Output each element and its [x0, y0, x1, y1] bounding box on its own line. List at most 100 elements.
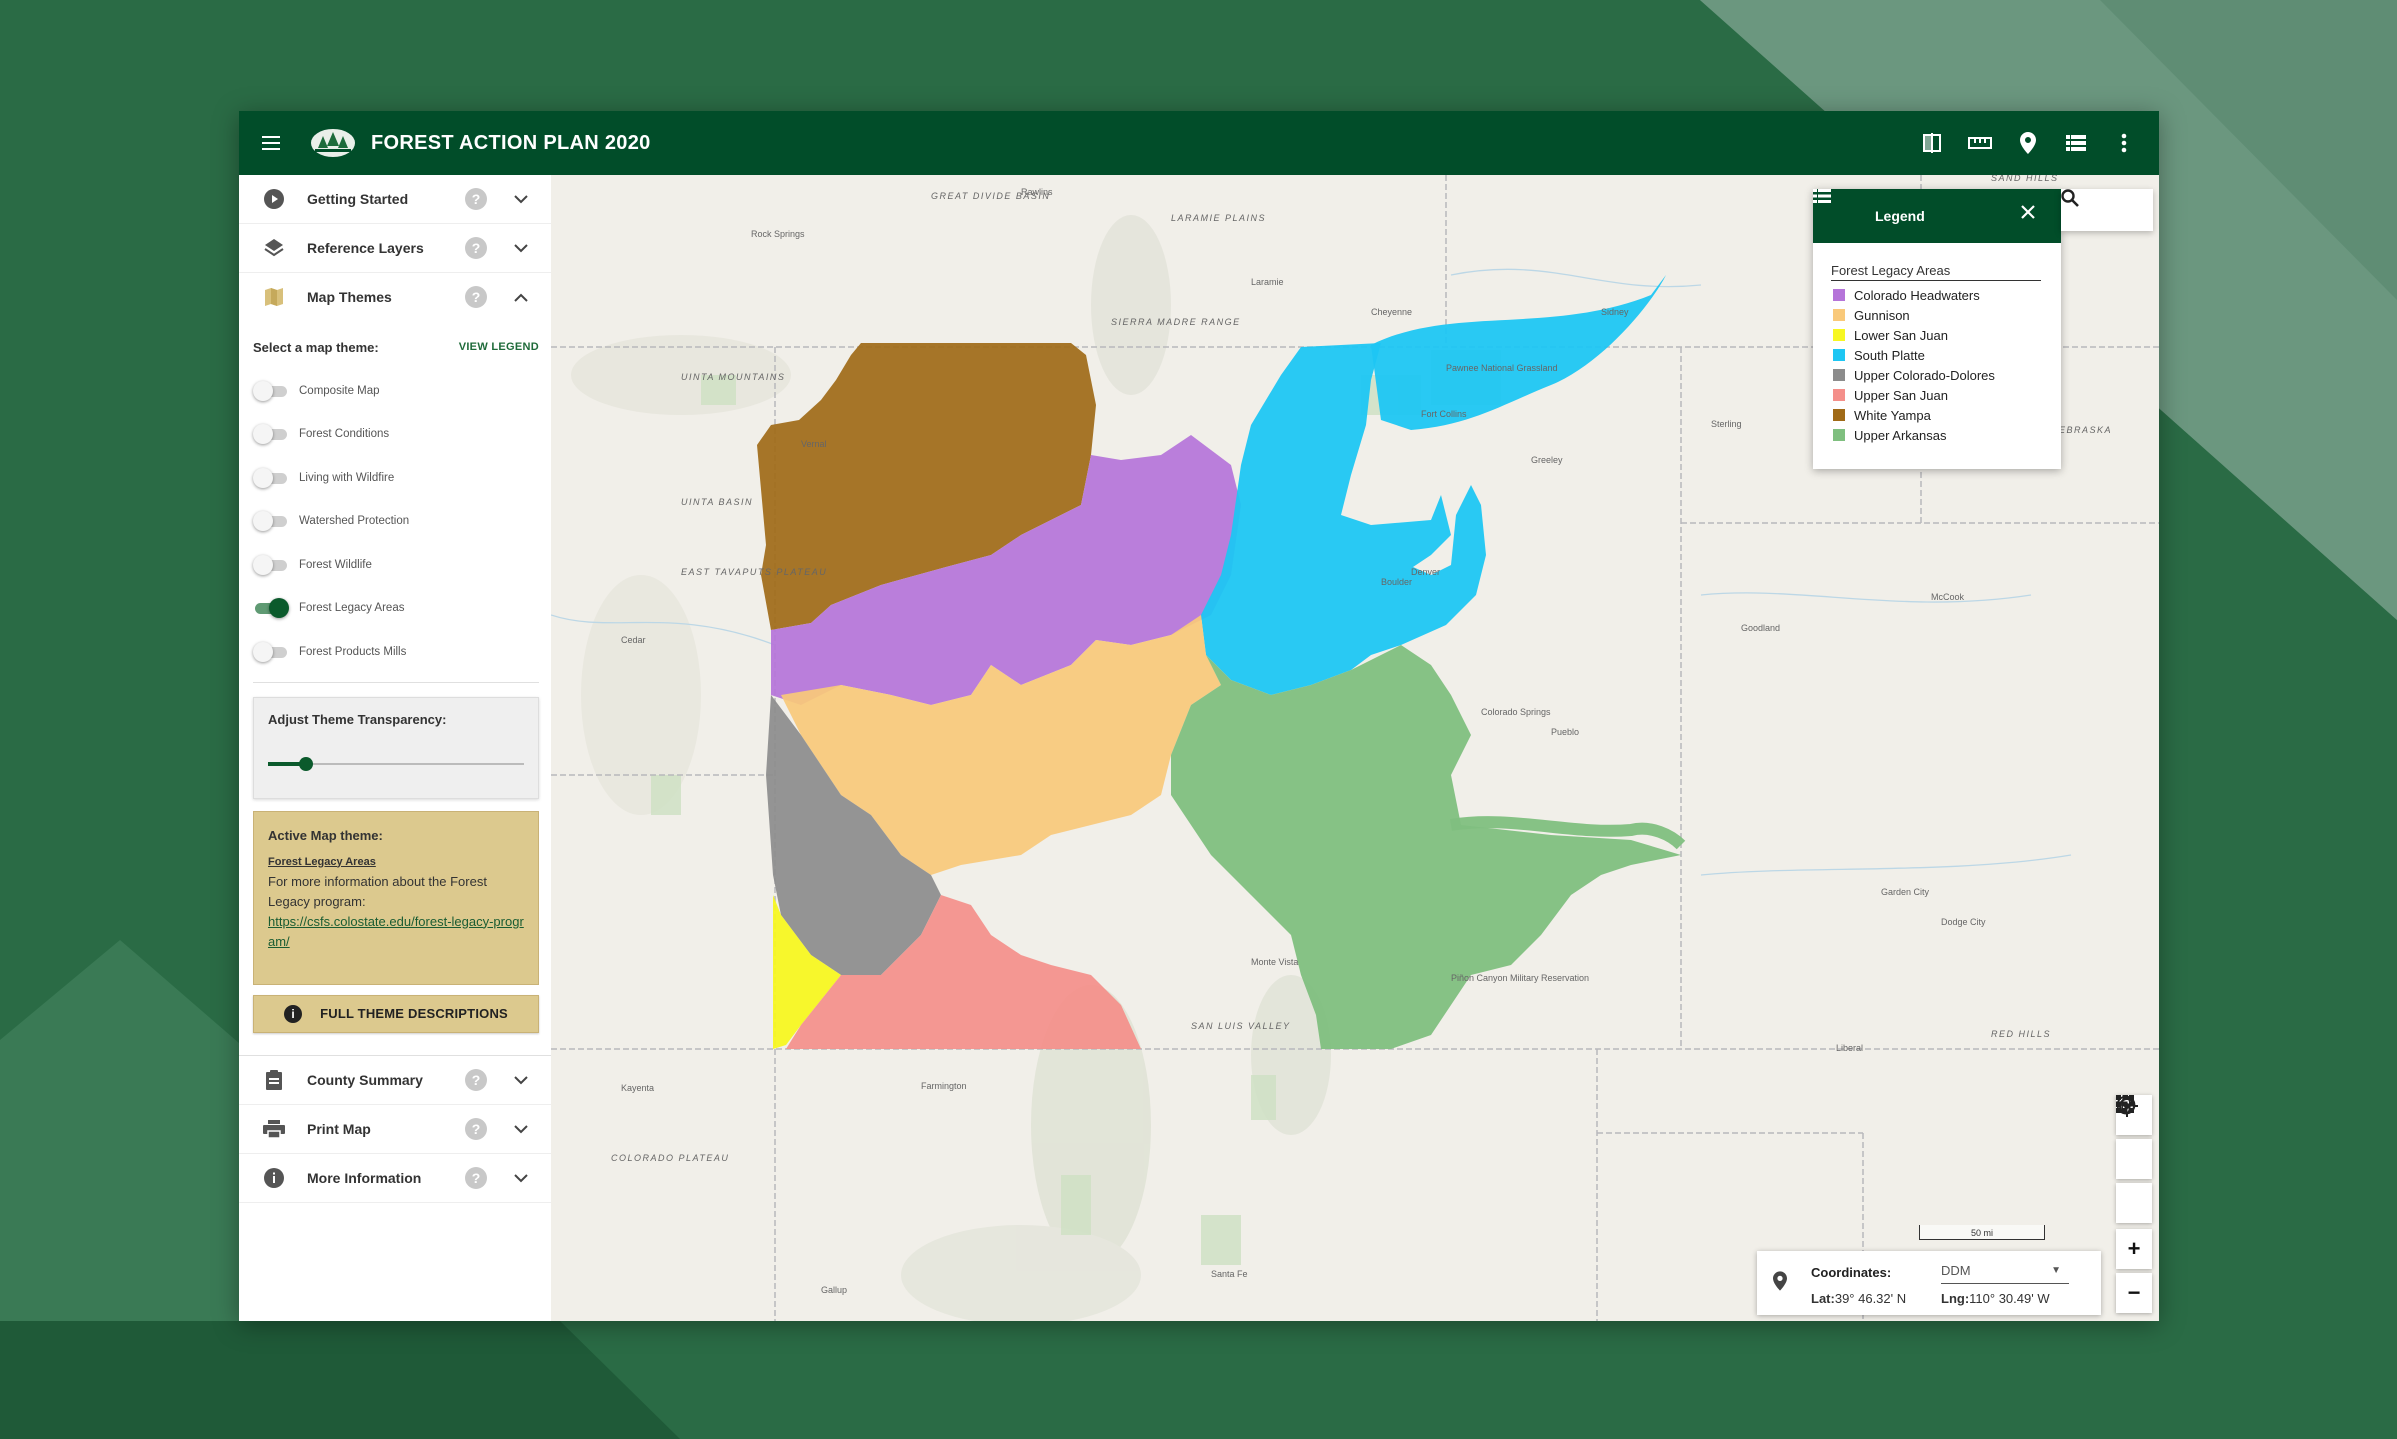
legend-section-title: Forest Legacy Areas: [1831, 263, 2041, 281]
theme-label: Forest Products Mills: [299, 645, 407, 658]
theme-toggle-row[interactable]: Forest Products Mills: [253, 630, 539, 674]
transparency-card: Adjust Theme Transparency:: [253, 696, 539, 799]
legend-swatch: [1833, 429, 1845, 441]
chevron-down-icon: [509, 187, 533, 211]
map-place-label: Santa Fe: [1211, 1269, 1248, 1279]
map-place-label: Vernal: [801, 439, 827, 449]
chevron-down-icon: [509, 1166, 533, 1190]
toggle-switch[interactable]: [253, 380, 289, 401]
legend-item: Gunnison: [1833, 305, 2061, 325]
measure-icon[interactable]: [1963, 126, 1997, 160]
toggle-switch[interactable]: [253, 424, 289, 445]
latitude-readout: Lat:39° 46.32' N: [1811, 1291, 1906, 1306]
help-icon[interactable]: ?: [465, 1167, 487, 1189]
legend-items: Colorado Headwaters Gunnison Lower San Jua…: [1813, 285, 2061, 445]
active-theme-description: For more information about the Forest Le…: [268, 873, 487, 909]
theme-toggle-row[interactable]: Forest Legacy Areas: [253, 587, 539, 631]
map-place-label: Liberal: [1836, 1043, 1863, 1053]
section-more-information[interactable]: More Information ?: [239, 1154, 551, 1203]
legend-list-icon: [1813, 189, 1857, 227]
layer-list-icon[interactable]: [2059, 126, 2093, 160]
section-map-themes[interactable]: Map Themes ?: [239, 273, 551, 321]
legend-swatch: [1833, 329, 1845, 341]
search-icon[interactable]: [2061, 189, 2139, 222]
map-place-label: SIERRA MADRE RANGE: [1111, 317, 1241, 327]
map-place-label: Monte Vista: [1251, 957, 1298, 967]
legend-item-label: South Platte: [1854, 347, 1925, 363]
chevron-down-icon: [509, 236, 533, 260]
view-legend-link[interactable]: VIEW LEGEND: [459, 341, 539, 353]
toggle-switch[interactable]: [253, 467, 289, 488]
chevron-up-icon: [509, 285, 533, 309]
compare-icon[interactable]: [1915, 126, 1949, 160]
legend-swatch: [1833, 289, 1845, 301]
section-label: Getting Started: [307, 191, 409, 207]
slider-thumb[interactable]: [299, 756, 314, 771]
zoom-in-button[interactable]: +: [2116, 1229, 2152, 1269]
transparency-slider[interactable]: [268, 756, 524, 772]
chevron-down-icon: [509, 1068, 533, 1092]
longitude-readout: Lng:110° 30.49' W: [1941, 1291, 2050, 1306]
forest-legacy-areas: [757, 275, 1686, 1049]
section-print-map[interactable]: Print Map ?: [239, 1105, 551, 1154]
location-pin-icon[interactable]: [2011, 126, 2045, 160]
map-place-label: Cedar: [621, 635, 646, 645]
legend-item: Upper Arkansas: [1833, 425, 2061, 445]
section-label: Print Map: [307, 1121, 371, 1137]
map-place-label: RED HILLS: [1991, 1029, 2051, 1039]
toggle-switch[interactable]: [253, 641, 289, 662]
help-icon[interactable]: ?: [465, 237, 487, 259]
map-tools: + −: [2116, 1095, 2152, 1317]
hamburger-menu-icon[interactable]: [251, 121, 295, 165]
button-label: FULL THEME DESCRIPTIONS: [320, 1006, 508, 1021]
my-location-icon[interactable]: [2116, 1095, 2152, 1223]
toggle-switch[interactable]: [253, 598, 289, 619]
map-place-label: Kayenta: [621, 1083, 654, 1093]
theme-toggle-row[interactable]: Watershed Protection: [253, 500, 539, 544]
toggle-switch[interactable]: [253, 511, 289, 532]
printer-icon: [263, 1118, 285, 1140]
theme-toggle-row[interactable]: Forest Wildlife: [253, 543, 539, 587]
more-vert-icon[interactable]: [2107, 126, 2141, 160]
toggle-switch[interactable]: [253, 554, 289, 575]
search-box[interactable]: [2061, 189, 2153, 231]
map-view[interactable]: GREAT DIVIDE BASIN Rock Springs Rawlins LAR…: [551, 175, 2159, 1321]
legend-item-label: Colorado Headwaters: [1854, 287, 1980, 303]
theme-label: Living with Wildfire: [299, 471, 395, 484]
bottom-sections: County Summary ? Print Map ? More Inform…: [239, 1055, 551, 1203]
section-county-summary[interactable]: County Summary ?: [239, 1056, 551, 1105]
section-reference-layers[interactable]: Reference Layers ?: [239, 224, 551, 273]
dropdown-arrow-icon: ▼: [2051, 1265, 2061, 1276]
info-icon: [263, 1167, 285, 1189]
legend-swatch: [1833, 349, 1845, 361]
coordinates-panel: Coordinates: DDM ▼ Lat:39° 46.32' N Lng:1…: [1757, 1251, 2101, 1315]
forest-legacy-link[interactable]: https://csfs.colostate.edu/forest-legacy…: [268, 912, 528, 952]
info-icon: i: [284, 1004, 303, 1023]
close-icon[interactable]: [2021, 205, 2043, 227]
theme-toggle-row[interactable]: Living with Wildfire: [253, 456, 539, 500]
section-getting-started[interactable]: Getting Started ?: [239, 175, 551, 224]
map-place-label: UINTA BASIN: [681, 497, 753, 507]
zoom-out-button[interactable]: −: [2116, 1273, 2152, 1313]
section-label: Reference Layers: [307, 240, 424, 256]
help-icon[interactable]: ?: [465, 286, 487, 308]
map-place-label: Laramie: [1251, 277, 1284, 287]
map-themes-panel: Select a map theme: VIEW LEGEND Composit…: [239, 325, 551, 1033]
map-place-label: Goodland: [1741, 623, 1780, 633]
legend-item-label: White Yampa: [1854, 407, 1931, 423]
help-icon[interactable]: ?: [465, 188, 487, 210]
toggle-knob: [253, 424, 273, 445]
full-theme-descriptions-button[interactable]: i FULL THEME DESCRIPTIONS: [253, 994, 539, 1033]
theme-toggle-row[interactable]: Forest Conditions: [253, 413, 539, 457]
lat-label: Lat:: [1811, 1291, 1835, 1306]
globe-icon[interactable]: [2116, 1095, 2152, 1179]
legend-item: South Platte: [1833, 345, 2061, 365]
legend-swatch: [1833, 369, 1845, 381]
layers-icon: [263, 237, 285, 259]
help-icon[interactable]: ?: [465, 1069, 487, 1091]
coordinate-format-select[interactable]: DDM ▼: [1941, 1263, 2069, 1284]
theme-toggle-row[interactable]: Composite Map: [253, 369, 539, 413]
active-theme-card: Active Map theme: Forest Legacy Areas Fo…: [253, 810, 539, 985]
help-icon[interactable]: ?: [465, 1118, 487, 1140]
map-place-label: Garden City: [1881, 887, 1930, 897]
